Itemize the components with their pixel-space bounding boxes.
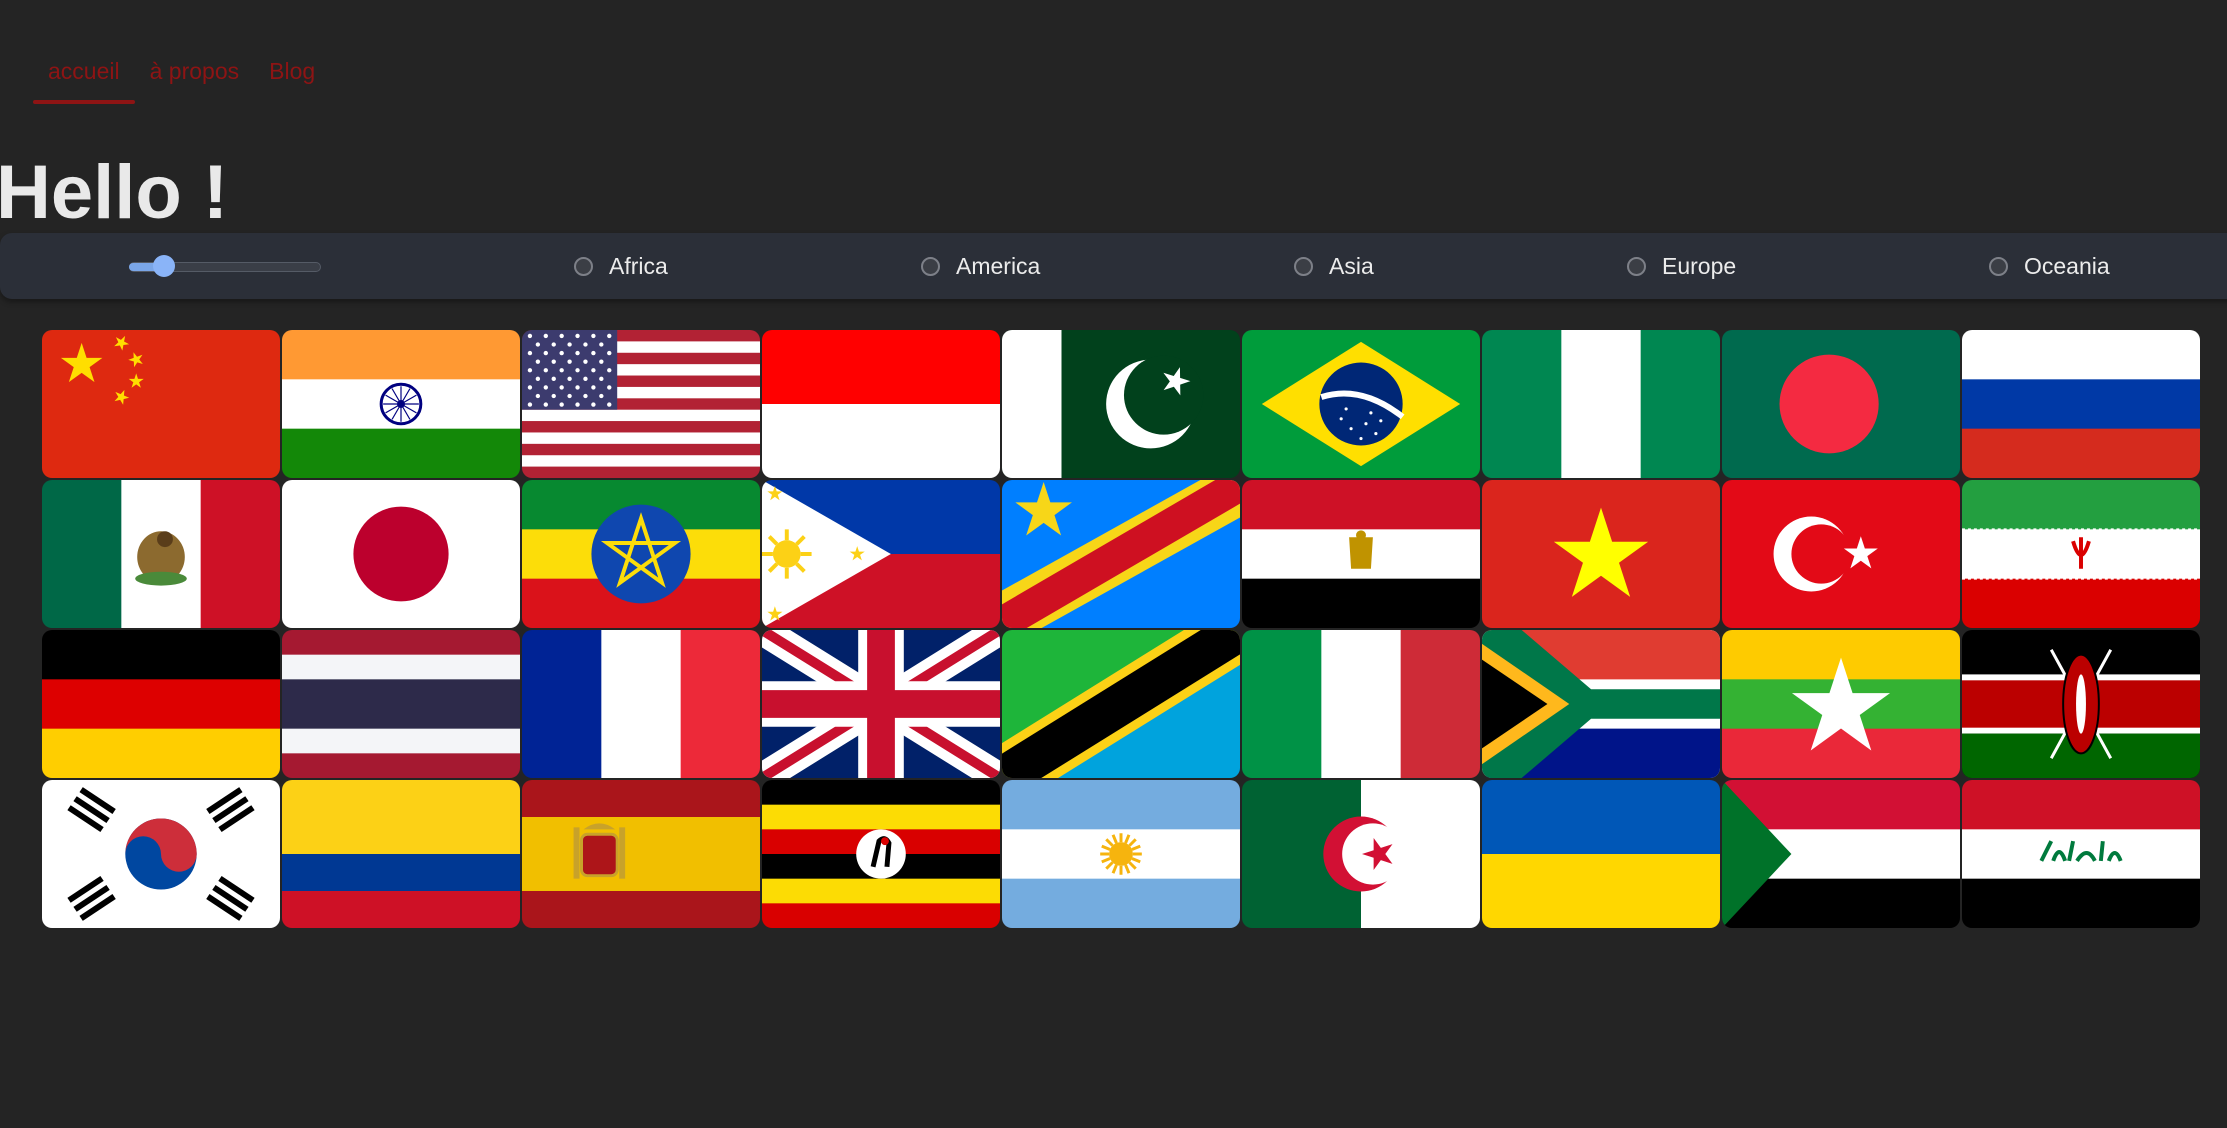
- flag-nigeria[interactable]: [1482, 330, 1720, 478]
- flag-tanzania-image: [1002, 630, 1240, 778]
- flag-dr-congo-image: [1002, 480, 1240, 628]
- flag-iraq[interactable]: [1962, 780, 2200, 928]
- flag-india-image: [282, 330, 520, 478]
- flag-thailand-image: [282, 630, 520, 778]
- flag-algeria[interactable]: [1242, 780, 1480, 928]
- flag-bangladesh[interactable]: [1722, 330, 1960, 478]
- flag-france-image: [522, 630, 760, 778]
- radio-circle[interactable]: [574, 256, 593, 276]
- flag-dr-congo[interactable]: [1002, 480, 1240, 628]
- flag-germany-image: [42, 630, 280, 778]
- radio-circle[interactable]: [1627, 256, 1646, 276]
- flag-egypt-image: [1242, 480, 1480, 628]
- flag-south-africa[interactable]: [1482, 630, 1720, 778]
- flag-pakistan-image: [1002, 330, 1240, 478]
- flag-spain[interactable]: [522, 780, 760, 928]
- region-radio-america[interactable]: America: [921, 253, 1040, 279]
- flag-philippines[interactable]: [762, 480, 1000, 628]
- flag-size-slider[interactable]: [129, 255, 321, 277]
- flag-ukraine-image: [1482, 780, 1720, 928]
- flag-iran[interactable]: [1962, 480, 2200, 628]
- slider-thumb[interactable]: [152, 255, 175, 277]
- flag-tanzania[interactable]: [1002, 630, 1240, 778]
- flag-algeria-image: [1242, 780, 1480, 928]
- flag-italy-image: [1242, 630, 1480, 778]
- flag-united-states[interactable]: [522, 330, 760, 478]
- nav-link-accueil[interactable]: accueil: [33, 38, 135, 104]
- flag-france[interactable]: [522, 630, 760, 778]
- flag-myanmar[interactable]: [1722, 630, 1960, 778]
- flag-grid: [41, 329, 2201, 929]
- flag-south-africa-image: [1482, 630, 1720, 778]
- nav-link-a-propos[interactable]: à propos: [135, 38, 255, 104]
- flag-philippines-image: [762, 480, 1000, 628]
- flag-indonesia-image: [762, 330, 1000, 478]
- flag-pakistan[interactable]: [1002, 330, 1240, 478]
- flag-germany[interactable]: [42, 630, 280, 778]
- flag-colombia[interactable]: [282, 780, 520, 928]
- flag-sudan-image: [1722, 780, 1960, 928]
- radio-label: Oceania: [2024, 253, 2110, 279]
- flag-japan-image: [282, 480, 520, 628]
- radio-label: America: [956, 253, 1041, 279]
- flag-united-kingdom[interactable]: [762, 630, 1000, 778]
- flag-mexico[interactable]: [42, 480, 280, 628]
- flag-russia[interactable]: [1962, 330, 2200, 478]
- top-nav: accueil à propos Blog: [33, 38, 330, 104]
- flag-vietnam-image: [1482, 480, 1720, 628]
- flag-mexico-image: [42, 480, 280, 628]
- region-radio-oceania[interactable]: Oceania: [1989, 253, 2110, 279]
- flag-egypt[interactable]: [1242, 480, 1480, 628]
- flag-iraq-image: [1962, 780, 2200, 928]
- radio-label: Africa: [609, 253, 668, 279]
- flag-ethiopia-image: [522, 480, 760, 628]
- region-radio-africa[interactable]: Africa: [574, 253, 668, 279]
- filter-bar: Africa America Asia Europe Oceania: [0, 233, 2227, 299]
- region-radio-europe[interactable]: Europe: [1627, 253, 1736, 279]
- radio-circle[interactable]: [1989, 256, 2008, 276]
- flag-ethiopia[interactable]: [522, 480, 760, 628]
- flag-turkey[interactable]: [1722, 480, 1960, 628]
- page-title: Hello !: [0, 150, 229, 235]
- nav-link-blog[interactable]: Blog: [254, 38, 330, 104]
- flag-myanmar-image: [1722, 630, 1960, 778]
- flag-nigeria-image: [1482, 330, 1720, 478]
- flag-thailand[interactable]: [282, 630, 520, 778]
- flag-vietnam[interactable]: [1482, 480, 1720, 628]
- radio-circle[interactable]: [1294, 256, 1313, 276]
- flag-italy[interactable]: [1242, 630, 1480, 778]
- flag-india[interactable]: [282, 330, 520, 478]
- flag-uganda-image: [762, 780, 1000, 928]
- flag-argentina[interactable]: [1002, 780, 1240, 928]
- flag-russia-image: [1962, 330, 2200, 478]
- flag-china[interactable]: [42, 330, 280, 478]
- flag-spain-image: [522, 780, 760, 928]
- flag-iran-image: [1962, 480, 2200, 628]
- flag-sudan[interactable]: [1722, 780, 1960, 928]
- flag-indonesia[interactable]: [762, 330, 1000, 478]
- flag-ukraine[interactable]: [1482, 780, 1720, 928]
- flag-china-image: [42, 330, 280, 478]
- flag-united-kingdom-image: [762, 630, 1000, 778]
- flag-colombia-image: [282, 780, 520, 928]
- flag-bangladesh-image: [1722, 330, 1960, 478]
- radio-circle[interactable]: [921, 256, 940, 276]
- flag-japan[interactable]: [282, 480, 520, 628]
- region-radio-asia[interactable]: Asia: [1294, 253, 1374, 279]
- flag-kenya[interactable]: [1962, 630, 2200, 778]
- flag-brazil-image: [1242, 330, 1480, 478]
- radio-label: Europe: [1662, 253, 1737, 279]
- flag-south-korea-image: [42, 780, 280, 928]
- flag-argentina-image: [1002, 780, 1240, 928]
- flag-uganda[interactable]: [762, 780, 1000, 928]
- flag-united-states-image: [522, 330, 760, 478]
- flag-south-korea[interactable]: [42, 780, 280, 928]
- radio-label: Asia: [1329, 253, 1374, 279]
- flag-brazil[interactable]: [1242, 330, 1480, 478]
- flag-turkey-image: [1722, 480, 1960, 628]
- flag-kenya-image: [1962, 630, 2200, 778]
